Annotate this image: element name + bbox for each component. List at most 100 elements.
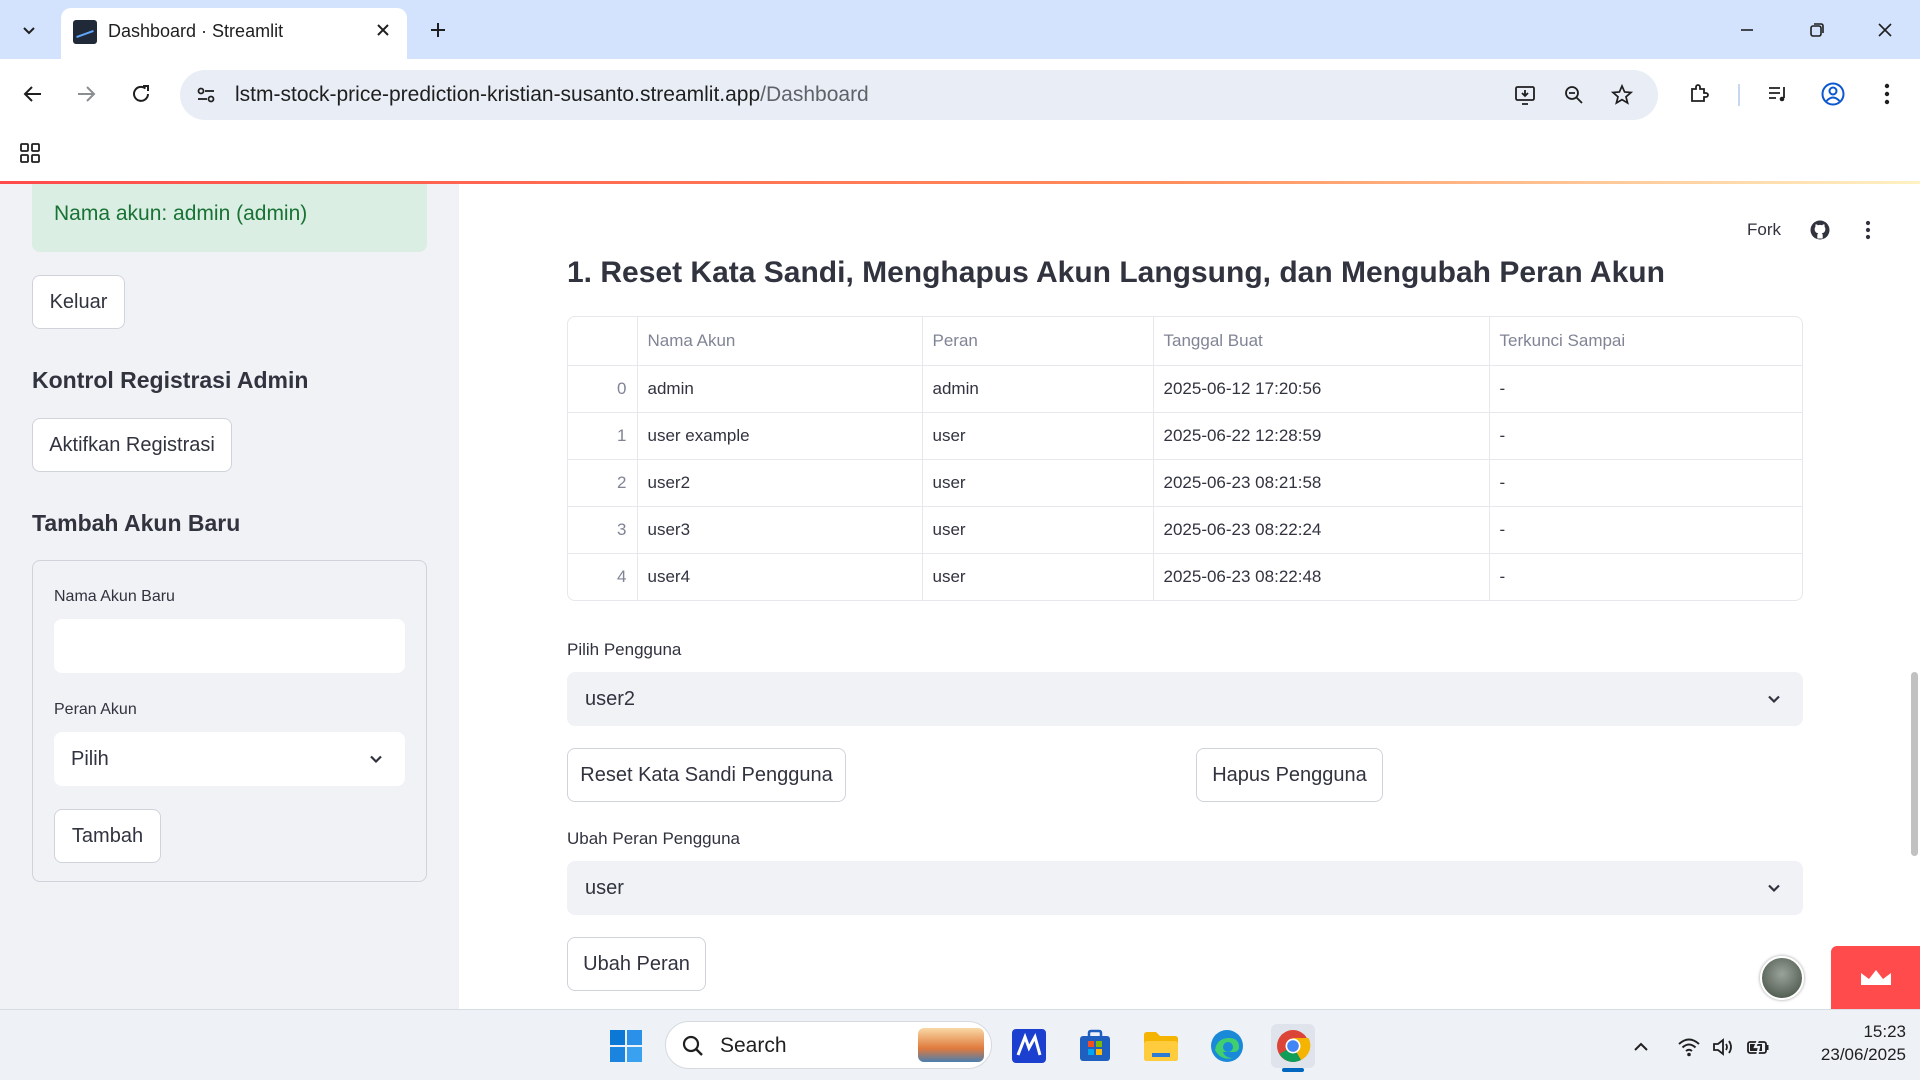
search-placeholder: Search bbox=[720, 1034, 787, 1057]
column-header-locked-until[interactable]: Terkunci Sampai bbox=[1489, 317, 1802, 366]
address-bar[interactable]: lstm-stock-price-prediction-kristian-sus… bbox=[180, 70, 1658, 120]
cell-account-name[interactable]: user example bbox=[637, 412, 923, 460]
add-account-form: Nama Akun Baru Peran Akun Pilih Tambah bbox=[32, 560, 427, 882]
cell-created-date[interactable]: 2025-06-23 08:21:58 bbox=[1153, 459, 1490, 507]
fork-link[interactable]: Fork bbox=[1747, 220, 1781, 240]
sidebar: Nama akun: admin (admin) Keluar Kontrol … bbox=[0, 184, 459, 1009]
cell-locked-until[interactable]: - bbox=[1489, 412, 1802, 460]
system-clock[interactable]: 15:23 23/06/2025 bbox=[1796, 1020, 1906, 1066]
change-role-label: Ubah Peran Pengguna bbox=[567, 829, 740, 848]
page-scrollbar[interactable] bbox=[1911, 672, 1918, 856]
column-header-created-date[interactable]: Tanggal Buat bbox=[1153, 317, 1490, 366]
cell-locked-until[interactable]: - bbox=[1489, 365, 1802, 413]
chevron-down-icon bbox=[365, 748, 387, 770]
cell-role[interactable]: user bbox=[922, 506, 1154, 554]
cell-created-date[interactable]: 2025-06-23 08:22:24 bbox=[1153, 506, 1490, 554]
change-role-button[interactable]: Ubah Peran bbox=[567, 937, 706, 991]
site-info-tune-icon[interactable] bbox=[192, 81, 220, 109]
column-header-account-name[interactable]: Nama Akun bbox=[637, 317, 923, 366]
tab-search-chevron-icon[interactable] bbox=[11, 12, 47, 48]
column-header-role[interactable]: Peran bbox=[922, 317, 1154, 366]
table-row[interactable]: 0 admin admin 2025-06-12 17:20:56 - bbox=[568, 365, 1802, 413]
row-index: 3 bbox=[568, 506, 638, 554]
media-controls-icon[interactable] bbox=[1758, 74, 1798, 114]
zoom-icon[interactable] bbox=[1560, 81, 1588, 109]
github-icon[interactable] bbox=[1807, 217, 1833, 243]
cell-locked-until[interactable]: - bbox=[1489, 506, 1802, 554]
edge-browser-icon[interactable] bbox=[1205, 1024, 1249, 1068]
reset-password-button[interactable]: Reset Kata Sandi Pengguna bbox=[567, 748, 846, 802]
registration-control-heading: Kontrol Registrasi Admin bbox=[32, 367, 309, 393]
streamlit-favicon-icon bbox=[73, 20, 97, 44]
enable-registration-button[interactable]: Aktifkan Registrasi bbox=[32, 418, 232, 472]
account-role-label: Peran Akun bbox=[54, 701, 137, 718]
cell-role[interactable]: user bbox=[922, 553, 1154, 600]
windows-start-icon[interactable] bbox=[604, 1024, 648, 1068]
cell-account-name[interactable]: user2 bbox=[637, 459, 923, 507]
cell-created-date[interactable]: 2025-06-22 12:28:59 bbox=[1153, 412, 1490, 460]
cell-role[interactable]: user bbox=[922, 459, 1154, 507]
wifi-icon[interactable] bbox=[1676, 1034, 1702, 1060]
main-content: Fork 1. Reset Kata Sandi, Menghapus Akun… bbox=[459, 184, 1920, 1009]
bookmark-star-icon[interactable] bbox=[1608, 81, 1636, 109]
forward-arrow-icon[interactable] bbox=[66, 74, 106, 114]
logout-button[interactable]: Keluar bbox=[32, 275, 125, 329]
show-hidden-icons-chevron-up-icon[interactable] bbox=[1628, 1034, 1654, 1060]
add-account-heading: Tambah Akun Baru bbox=[32, 510, 241, 536]
bookmarks-bar bbox=[0, 131, 1920, 181]
table-row[interactable]: 2 user2 user 2025-06-23 08:21:58 - bbox=[568, 459, 1802, 507]
column-header-index[interactable] bbox=[568, 317, 638, 366]
accounts-table[interactable]: Nama Akun Peran Tanggal Buat Terkunci Sa… bbox=[567, 316, 1803, 601]
new-tab-plus-icon[interactable] bbox=[420, 12, 456, 48]
taskbar-search-box[interactable]: Search bbox=[665, 1021, 992, 1069]
cell-account-name[interactable]: user4 bbox=[637, 553, 923, 600]
close-window-icon[interactable] bbox=[1862, 10, 1908, 50]
reload-icon[interactable] bbox=[121, 74, 161, 114]
change-role-value: user bbox=[585, 876, 624, 899]
extensions-puzzle-icon[interactable] bbox=[1679, 74, 1719, 114]
restore-window-icon[interactable] bbox=[1794, 10, 1840, 50]
file-explorer-icon[interactable] bbox=[1139, 1024, 1183, 1068]
cell-created-date[interactable]: 2025-06-12 17:20:56 bbox=[1153, 365, 1490, 413]
cell-role[interactable]: admin bbox=[922, 365, 1154, 413]
chrome-browser-icon[interactable] bbox=[1271, 1024, 1315, 1068]
cell-role[interactable]: user bbox=[922, 412, 1154, 460]
account-role-select[interactable]: Pilih bbox=[54, 732, 405, 786]
clock-time: 15:23 bbox=[1863, 1022, 1906, 1041]
back-arrow-icon[interactable] bbox=[13, 74, 53, 114]
table-row[interactable]: 4 user4 user 2025-06-23 08:22:48 - bbox=[568, 553, 1802, 600]
table-header-row: Nama Akun Peran Tanggal Buat Terkunci Sa… bbox=[568, 317, 1802, 366]
minimize-window-icon[interactable] bbox=[1724, 10, 1770, 50]
url-text: lstm-stock-price-prediction-kristian-sus… bbox=[235, 83, 869, 107]
table-row[interactable]: 1 user example user 2025-06-22 12:28:59 … bbox=[568, 412, 1802, 460]
cell-account-name[interactable]: user3 bbox=[637, 506, 923, 554]
cell-account-name[interactable]: admin bbox=[637, 365, 923, 413]
browser-tab-bar: Dashboard · Streamlit bbox=[0, 0, 1920, 59]
table-row[interactable]: 3 user3 user 2025-06-23 08:22:24 - bbox=[568, 506, 1802, 554]
install-app-icon[interactable] bbox=[1512, 81, 1540, 109]
select-user-label: Pilih Pengguna bbox=[567, 640, 682, 659]
creator-avatar[interactable] bbox=[1760, 956, 1804, 1000]
account-info-text: Nama akun: admin (admin) bbox=[54, 202, 308, 225]
cell-created-date[interactable]: 2025-06-23 08:22:48 bbox=[1153, 553, 1490, 600]
delete-user-button[interactable]: Hapus Pengguna bbox=[1196, 748, 1383, 802]
app-m-icon[interactable] bbox=[1007, 1024, 1051, 1068]
select-user-dropdown[interactable]: user2 bbox=[567, 672, 1803, 726]
battery-charging-icon[interactable] bbox=[1746, 1034, 1772, 1060]
tab-close-icon[interactable] bbox=[371, 18, 395, 42]
app-menu-kebab-icon[interactable] bbox=[1855, 217, 1881, 243]
streamlit-crown-badge[interactable] bbox=[1831, 946, 1920, 1009]
row-index: 4 bbox=[568, 553, 638, 600]
change-role-dropdown[interactable]: user bbox=[567, 861, 1803, 915]
apps-grid-icon[interactable] bbox=[16, 139, 44, 167]
new-account-name-label: Nama Akun Baru bbox=[54, 588, 175, 605]
microsoft-store-icon[interactable] bbox=[1073, 1024, 1117, 1068]
profile-avatar-icon[interactable] bbox=[1813, 74, 1853, 114]
browser-tab-active[interactable]: Dashboard · Streamlit bbox=[61, 8, 407, 59]
browser-menu-kebab-icon[interactable] bbox=[1867, 74, 1907, 114]
new-account-name-input[interactable] bbox=[54, 619, 405, 673]
add-account-button[interactable]: Tambah bbox=[54, 809, 161, 863]
volume-speaker-icon[interactable] bbox=[1710, 1034, 1736, 1060]
cell-locked-until[interactable]: - bbox=[1489, 459, 1802, 507]
cell-locked-until[interactable]: - bbox=[1489, 553, 1802, 600]
